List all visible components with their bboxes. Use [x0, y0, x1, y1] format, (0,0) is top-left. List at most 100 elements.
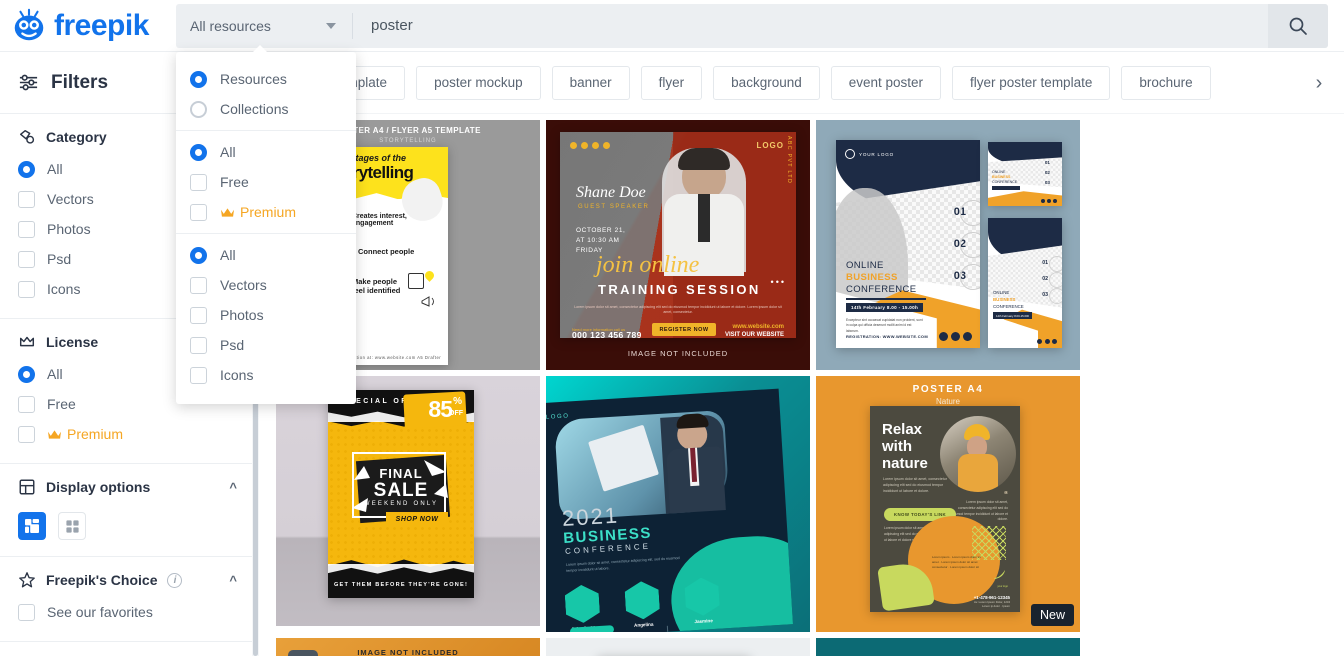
result-card-party-night[interactable]: IMAGE NOT INCLUDED +18 EVENT 28: [276, 638, 540, 656]
resource-type-label: All resources: [190, 17, 271, 34]
result-card-final-sale[interactable]: SPECIAL OFFER 85 % OFF FINAL SALE WEEKEN…: [276, 376, 540, 626]
radio-icon: [190, 143, 207, 161]
chevron-up-icon[interactable]: ^: [229, 573, 237, 588]
card-title-line2: SALE: [373, 480, 429, 501]
freepiks-choice-option-favorites[interactable]: See our favorites: [0, 597, 255, 627]
dropdown-option-license-premium[interactable]: Premium: [176, 197, 356, 227]
card-speaker-name: Shane Doe: [576, 184, 646, 201]
card-artwork: POSTER A4 Nature Relax with nature Lorem…: [816, 376, 1080, 632]
results-scrollbar-thumb[interactable]: [253, 390, 258, 656]
card-cta[interactable]: SHOP NOW: [386, 512, 448, 527]
card-date-badge: 14th February 8.00 - 15.00h: [846, 303, 924, 312]
card-script-text: join online: [596, 252, 700, 278]
freepik-logo[interactable]: freepik: [0, 7, 176, 45]
crown-outline-icon: [19, 336, 35, 347]
result-card-training-session[interactable]: LOGO ABC PVT LTD Shane Doe GUEST SPEAKER…: [546, 120, 810, 370]
chevron-up-icon[interactable]: ^: [229, 480, 237, 495]
display-mode-grid-small-button[interactable]: [58, 512, 86, 540]
checkbox-icon: [190, 276, 207, 294]
chip-flyer-poster-template[interactable]: flyer poster template: [952, 65, 1111, 100]
result-card-business-conference-set[interactable]: YOUR LOGO 01 02 03 ONLINE BUSINESS CONFE…: [816, 120, 1080, 370]
top-header: freepik All resources: [0, 0, 1344, 52]
dropdown-group-type: All Vectors Photos Psd Icons: [176, 233, 356, 396]
dropdown-option-type-all[interactable]: All: [176, 240, 356, 270]
card-caption: IMAGE NOT INCLUDED: [627, 349, 729, 358]
radio-icon: [18, 160, 35, 178]
chip-event-poster[interactable]: event poster: [830, 65, 942, 100]
dropdown-option-license-all[interactable]: All: [176, 137, 356, 167]
display-mode-grid-large-button[interactable]: [18, 512, 46, 540]
license-title: License: [46, 334, 99, 350]
dropdown-option-resources[interactable]: Resources: [176, 64, 356, 94]
chips-next-button[interactable]: ›: [1304, 68, 1334, 98]
result-card-business-conference-2021[interactable]: LOGO 2021 BUSINESS CONFERENCE Lorem ipsu…: [546, 376, 810, 632]
category-option-label: Photos: [47, 221, 91, 237]
card-logo-label: YOUR LOGO: [859, 151, 895, 157]
grid-small-icon: [65, 519, 79, 533]
dropdown-option-type-vectors[interactable]: Vectors: [176, 270, 356, 300]
category-icon: [19, 129, 35, 144]
card-bullet-2: Connect people: [358, 247, 415, 256]
chip-flyer[interactable]: flyer: [640, 65, 703, 100]
card-artwork: IMAGE NOT INCLUDED +18 EVENT 28: [276, 638, 540, 656]
resource-type-select[interactable]: All resources: [176, 4, 352, 48]
category-option-label: Icons: [47, 281, 81, 297]
info-icon[interactable]: i: [167, 572, 183, 588]
freepiks-choice-header[interactable]: Freepik's Choice i ^: [0, 571, 255, 597]
chip-banner[interactable]: banner: [551, 65, 630, 100]
checkbox-icon: [18, 395, 35, 413]
dropdown-option-label: Collections: [220, 101, 289, 117]
search-button[interactable]: [1268, 3, 1328, 48]
dropdown-group-license: All Free Premium: [176, 130, 356, 233]
filter-section-display-options: Display options ^: [0, 464, 255, 557]
dropdown-option-type-psd[interactable]: Psd: [176, 330, 356, 360]
card-artwork: YOUR LOGO 01 02 03 ONLINE BUSINESS CONFE…: [816, 120, 1080, 370]
freepik-search-page: freepik All resources poster Filters Cat…: [0, 0, 1344, 656]
dropdown-option-license-free[interactable]: Free: [176, 167, 356, 197]
card-title-line2: BUSINESS: [846, 272, 898, 283]
checkbox-icon: [190, 336, 207, 354]
card-title-line-1: Relax: [882, 421, 923, 438]
dropdown-option-type-icons[interactable]: Icons: [176, 360, 356, 390]
display-options-header[interactable]: Display options ^: [0, 478, 255, 504]
result-card-next-row-peek-1[interactable]: [816, 638, 1080, 656]
card-discount-sub: OFF: [449, 410, 463, 417]
leaf-logo-icon: [994, 570, 1005, 579]
checkbox-icon: [190, 203, 207, 221]
results-grid-container: POSTER A4 / FLYER A5 TEMPLATE STORYTELLI…: [256, 114, 1344, 656]
grid-large-icon: [25, 519, 39, 533]
sliders-icon: [19, 74, 38, 91]
card-title-line3: CONFERENCE: [846, 284, 917, 295]
badge-new: New: [1030, 604, 1074, 626]
card-artwork: SPECIAL OFFER 85 % OFF FINAL SALE WEEKEN…: [276, 376, 540, 626]
chip-background[interactable]: background: [713, 65, 820, 100]
card-cta[interactable]: REGISTER NOW: [652, 323, 716, 336]
card-subtitle: WEEKEND ONLY: [363, 501, 439, 507]
card-logo-label: LOGO: [546, 413, 570, 421]
category-option-label: Vectors: [47, 191, 94, 207]
card-artwork: UP TO 30% OFF THIS WEEKEND ONLY SUPER SA…: [546, 638, 810, 656]
suggestion-chips-row: poster template poster mockup banner fly…: [256, 52, 1344, 114]
chip-brochure[interactable]: brochure: [1121, 65, 1211, 100]
card-quote-mark: “: [1004, 490, 1008, 499]
dropdown-option-type-photos[interactable]: Photos: [176, 300, 356, 330]
dropdown-option-collections[interactable]: Collections: [176, 94, 356, 124]
result-card-relax-with-nature[interactable]: POSTER A4 Nature Relax with nature Lorem…: [816, 376, 1080, 632]
search-input[interactable]: [353, 3, 1268, 48]
card-title-line-2: with: [882, 437, 912, 455]
crown-icon: [221, 207, 234, 217]
license-option-premium[interactable]: Premium: [0, 419, 255, 449]
filter-section-freepiks-choice: Freepik's Choice i ^ See our favorites: [0, 557, 255, 642]
category-title: Category: [46, 129, 107, 145]
chip-poster-mockup[interactable]: poster mockup: [416, 65, 541, 100]
card-website: www.website.com: [732, 324, 784, 330]
card-bullet-3: Make people feel identified: [352, 277, 401, 295]
card-speaker-2: Angelina: [633, 621, 654, 628]
dropdown-option-label: All: [220, 144, 236, 160]
result-card-super-sale[interactable]: UP TO 30% OFF THIS WEEKEND ONLY SUPER SA…: [546, 638, 810, 656]
results-grid: POSTER A4 / FLYER A5 TEMPLATE STORYTELLI…: [276, 120, 1328, 656]
megaphone-icon: [421, 296, 434, 307]
display-mode-group: [0, 504, 255, 542]
freepiks-choice-option-label: See our favorites: [47, 604, 153, 620]
dropdown-option-label: Vectors: [220, 277, 267, 293]
